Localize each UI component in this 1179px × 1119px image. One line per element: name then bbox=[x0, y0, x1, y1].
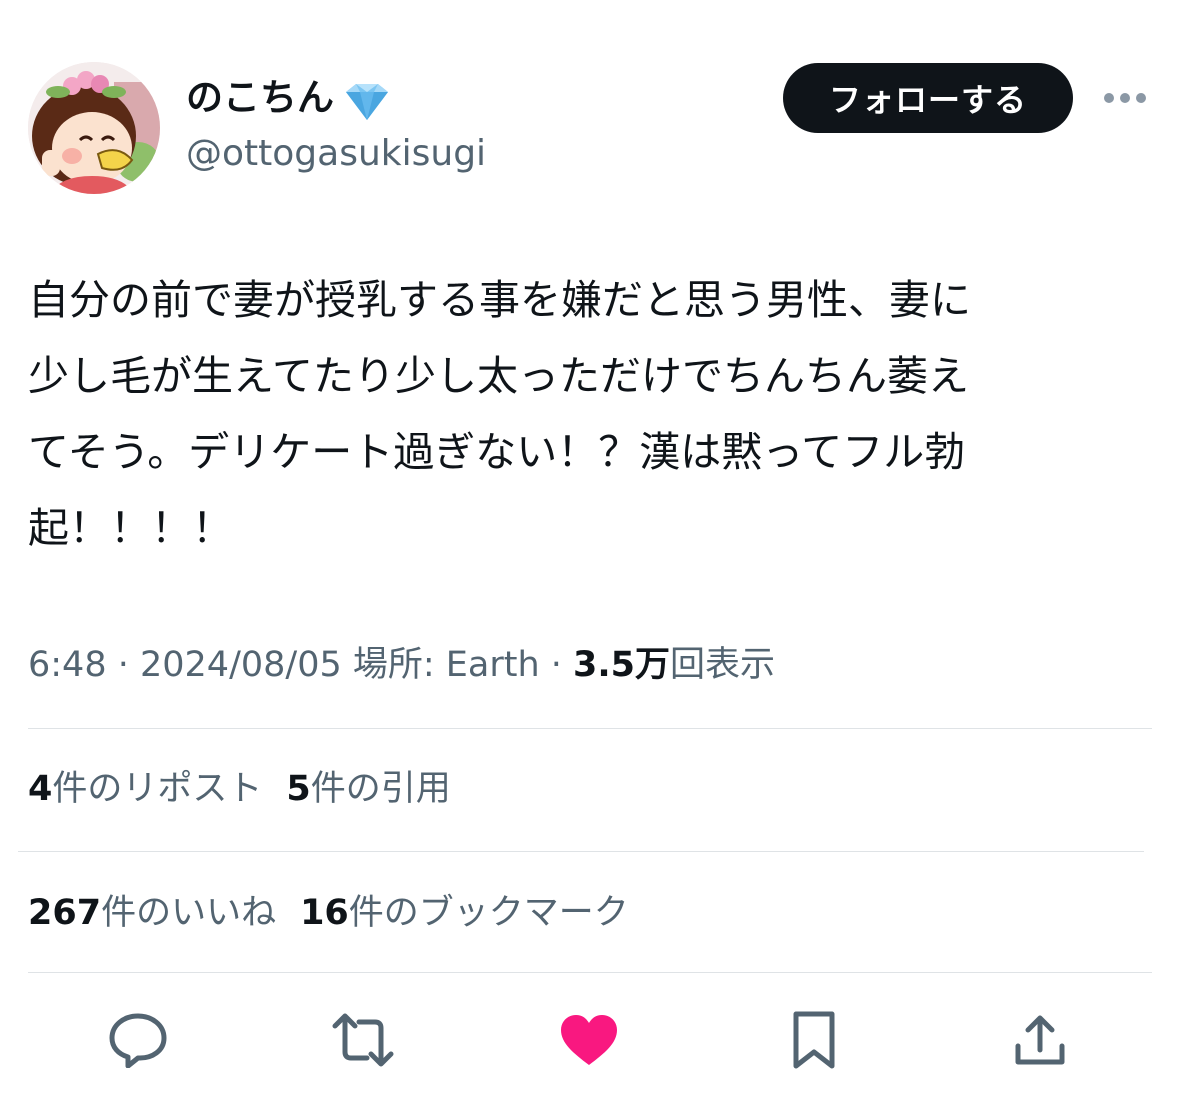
more-horizontal-icon bbox=[1104, 93, 1146, 103]
avatar[interactable] bbox=[28, 62, 160, 194]
view-label: 回表示 bbox=[670, 645, 776, 685]
tweet-line: 起！！！！ bbox=[28, 504, 233, 552]
reply-icon bbox=[109, 1013, 167, 1068]
tweet-line: 自分の前で妻が授乳する事を嫌だと思う男性、妻に bbox=[28, 276, 971, 324]
tweet-time[interactable]: 6:48 bbox=[28, 645, 107, 685]
display-name-row[interactable]: のこちん bbox=[186, 66, 396, 130]
bookmarks-label: 件のブックマーク bbox=[348, 893, 629, 933]
follow-button[interactable]: フォローする bbox=[783, 63, 1073, 133]
tweet-line: てそう。デリケート過ぎない！？漢は黙ってフル勃 bbox=[28, 428, 966, 476]
like-bookmark-stats: 267件のいいね 16件のブックマーク bbox=[28, 884, 653, 942]
reposts-count: 4 bbox=[28, 769, 53, 809]
divider bbox=[28, 728, 1152, 729]
like-icon bbox=[561, 1015, 617, 1065]
view-count: 3.5万 bbox=[573, 645, 671, 685]
likes-label: 件のいいね bbox=[101, 893, 277, 933]
divider bbox=[18, 851, 1144, 852]
display-name[interactable]: のこちん bbox=[186, 66, 334, 130]
likes-link[interactable]: 267件のいいね bbox=[28, 893, 276, 933]
likes-count: 267 bbox=[28, 893, 102, 933]
bookmarks-count: 16 bbox=[300, 893, 349, 933]
meta-separator: · bbox=[539, 645, 574, 685]
like-button[interactable] bbox=[557, 1008, 621, 1072]
meta-separator: · bbox=[106, 645, 140, 685]
repost-button[interactable] bbox=[331, 1008, 395, 1072]
divider bbox=[28, 972, 1152, 973]
reposts-link[interactable]: 4件のリポスト bbox=[28, 769, 262, 809]
cartoon-girl-avatar bbox=[28, 62, 160, 194]
more-options-button[interactable] bbox=[1100, 80, 1150, 116]
reposts-label: 件のリポスト bbox=[52, 769, 263, 809]
user-handle[interactable]: @ottogasukisugi bbox=[186, 126, 486, 182]
tweet-line: 少し毛が生えてたり少し太っただけでちんちん萎え bbox=[28, 352, 969, 400]
bookmark-icon bbox=[793, 1011, 835, 1069]
quotes-link[interactable]: 5件の引用 bbox=[286, 769, 450, 809]
share-icon bbox=[1015, 1015, 1065, 1065]
quotes-count: 5 bbox=[286, 769, 311, 809]
repost-icon bbox=[332, 1013, 394, 1067]
reply-button[interactable] bbox=[106, 1008, 170, 1072]
repost-quote-stats: 4件のリポスト 5件の引用 bbox=[28, 760, 475, 818]
diamond-icon bbox=[338, 78, 396, 120]
tweet-meta: 6:48 · 2024/08/05 場所: Earth · 3.5万回表示 bbox=[28, 636, 775, 694]
bookmarks-link[interactable]: 16件のブックマーク bbox=[300, 893, 629, 933]
tweet-location: 場所: Earth bbox=[341, 645, 540, 685]
share-button[interactable] bbox=[1008, 1008, 1072, 1072]
tweet-date[interactable]: 2024/08/05 bbox=[140, 645, 342, 685]
tweet-text: 自分の前で妻が授乳する事を嫌だと思う男性、妻に 少し毛が生えてたり少し太っただけ… bbox=[28, 262, 1143, 566]
bookmark-button[interactable] bbox=[782, 1008, 846, 1072]
quotes-label: 件の引用 bbox=[310, 769, 451, 809]
